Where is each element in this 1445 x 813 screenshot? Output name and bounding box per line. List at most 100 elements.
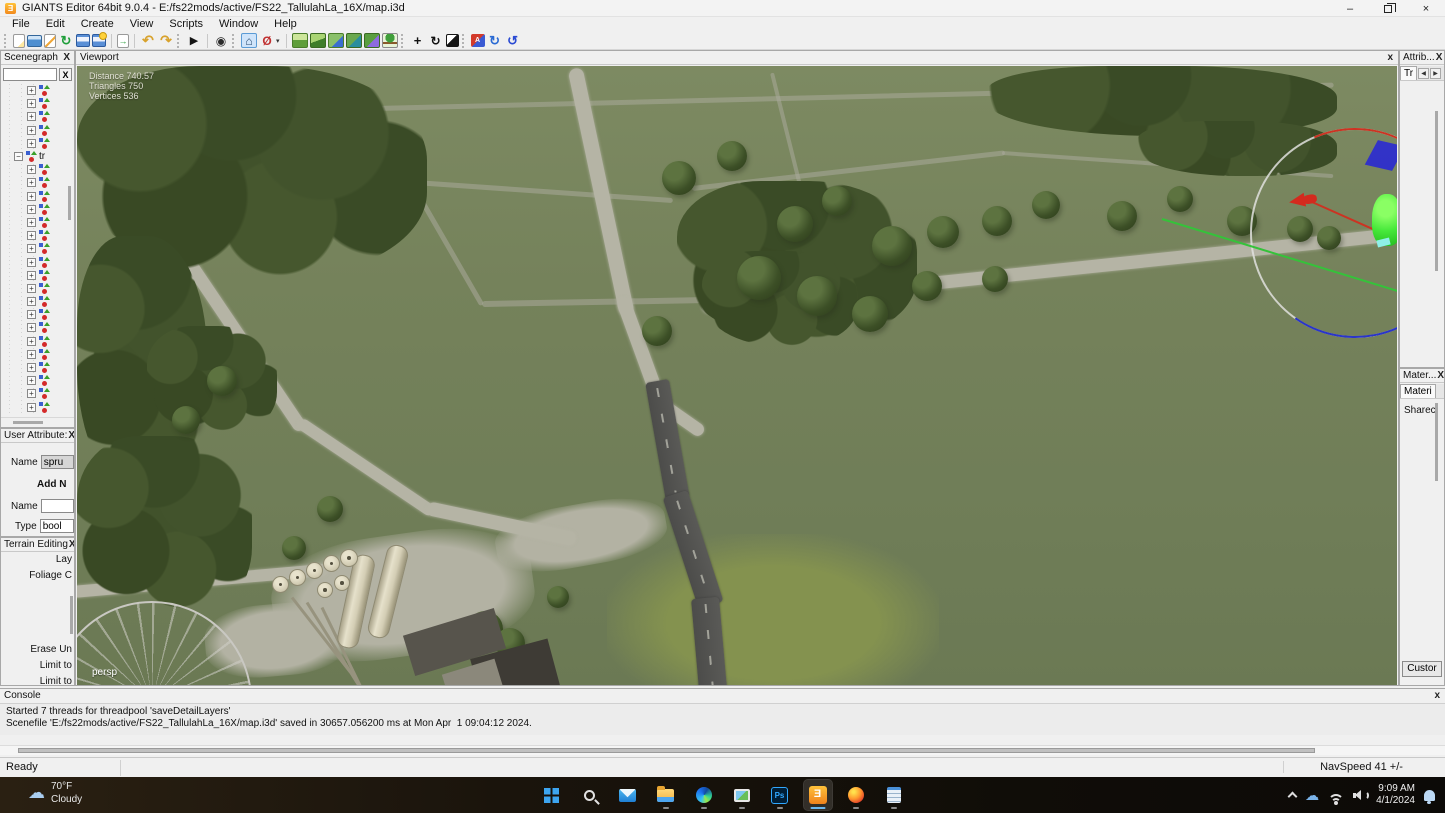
- scenegraph-node[interactable]: +: [1, 137, 67, 150]
- toolbar-grip[interactable]: [232, 34, 236, 48]
- toolbar-grip[interactable]: [177, 34, 181, 48]
- clock[interactable]: 9:09 AM 4/1/2024: [1376, 783, 1415, 807]
- terrain-editing-close-icon[interactable]: X: [68, 539, 74, 551]
- undo-icon[interactable]: ↶: [140, 33, 156, 48]
- scenegraph-node[interactable]: +: [1, 269, 67, 282]
- taskbar-app-search[interactable]: [576, 780, 604, 810]
- terrain-paint-icon[interactable]: [328, 33, 344, 48]
- viewport-3d-scene[interactable]: Distance 740.57 Triangles 750 Vertices 5…: [77, 66, 1397, 685]
- volume-icon[interactable]: [1353, 789, 1367, 801]
- viewport-close-icon[interactable]: x: [1386, 52, 1394, 64]
- scenegraph-node[interactable]: +: [1, 203, 67, 216]
- node-expander-icon[interactable]: +: [27, 205, 36, 214]
- viewport-tab[interactable]: Viewport: [80, 52, 119, 63]
- rotate-tool-icon[interactable]: ↻: [428, 33, 444, 48]
- scenegraph-vertical-scrollbar[interactable]: [66, 84, 73, 416]
- scenegraph-node[interactable]: +: [1, 321, 67, 334]
- node-expander-icon[interactable]: +: [27, 350, 36, 359]
- scenegraph-node[interactable]: +: [1, 401, 67, 414]
- scenegraph-node[interactable]: +: [1, 361, 67, 374]
- new-file-icon[interactable]: [13, 34, 25, 48]
- restore-button[interactable]: [1369, 0, 1407, 17]
- sync-icon[interactable]: ↻: [487, 33, 503, 48]
- terrain-lower-icon[interactable]: [310, 33, 326, 48]
- scenegraph-node[interactable]: +: [1, 97, 67, 110]
- tab-scroll-right-icon[interactable]: ▶: [1430, 68, 1441, 79]
- taskbar-app-photos[interactable]: [728, 780, 756, 810]
- menu-scripts[interactable]: Scripts: [161, 17, 211, 32]
- node-expander-icon[interactable]: +: [27, 99, 36, 108]
- scenegraph-node[interactable]: +: [1, 295, 67, 308]
- terrain-editing-scrollbar[interactable]: [70, 596, 73, 634]
- scenegraph-horizontal-scrollbar[interactable]: [1, 417, 74, 426]
- node-expander-icon[interactable]: +: [27, 112, 36, 121]
- node-expander-icon[interactable]: +: [27, 258, 36, 267]
- attributes-scrollbar[interactable]: [1435, 111, 1438, 271]
- save-plus-icon[interactable]: [92, 34, 106, 47]
- tree-brush-icon[interactable]: [382, 33, 398, 48]
- taskbar-app-photoshop[interactable]: Ps: [766, 780, 794, 810]
- node-expander-icon[interactable]: +: [27, 231, 36, 240]
- scenegraph-node[interactable]: +: [1, 387, 67, 400]
- scenegraph-node[interactable]: +: [1, 348, 67, 361]
- console-scrollbar[interactable]: [0, 745, 1445, 755]
- taskbar-app-start[interactable]: [538, 780, 566, 810]
- taskbar-app-notepad[interactable]: [880, 780, 908, 810]
- menu-window[interactable]: Window: [211, 17, 266, 32]
- scenegraph-node[interactable]: +: [1, 163, 67, 176]
- node-expander-icon[interactable]: +: [27, 337, 36, 346]
- taskbar-app-mail[interactable]: [614, 780, 642, 810]
- edit-file-icon[interactable]: [44, 34, 56, 48]
- scale-tool-icon[interactable]: [446, 34, 459, 47]
- taskbar-app-firefox[interactable]: [842, 780, 870, 810]
- save-icon[interactable]: [76, 34, 90, 47]
- scenegraph-node[interactable]: − tr: [1, 150, 67, 163]
- scenegraph-node[interactable]: +: [1, 308, 67, 321]
- taskbar-app-edge[interactable]: [690, 780, 718, 810]
- node-expander-icon[interactable]: +: [27, 165, 36, 174]
- node-expander-icon[interactable]: +: [27, 86, 36, 95]
- node-expander-icon[interactable]: +: [27, 376, 36, 385]
- node-label[interactable]: tr: [39, 151, 45, 162]
- tab-transform[interactable]: Tr: [1400, 66, 1417, 80]
- tab-scroll-left-icon[interactable]: ◀: [1418, 68, 1429, 79]
- material-scrollbar[interactable]: [1435, 403, 1438, 481]
- notification-bell-icon[interactable]: [1424, 790, 1435, 801]
- open-file-icon[interactable]: [27, 35, 42, 47]
- import-icon[interactable]: →: [117, 34, 129, 48]
- scenegraph-node[interactable]: +: [1, 176, 67, 189]
- foliage-layer-icon[interactable]: [364, 33, 380, 48]
- node-expander-icon[interactable]: +: [27, 139, 36, 148]
- scenegraph-node[interactable]: +: [1, 190, 67, 203]
- scenegraph-node[interactable]: +: [1, 335, 67, 348]
- move-tool-icon[interactable]: +: [410, 33, 426, 48]
- redo-icon[interactable]: ↷: [158, 33, 174, 48]
- scenegraph-node[interactable]: +: [1, 84, 67, 97]
- taskbar-app-giants-editor[interactable]: Ǝ: [804, 780, 832, 810]
- node-expander-icon[interactable]: +: [27, 244, 36, 253]
- node-expander-icon[interactable]: +: [27, 218, 36, 227]
- minimize-button[interactable]: –: [1331, 0, 1369, 17]
- toolbar-grip[interactable]: [401, 34, 405, 48]
- node-expander-icon[interactable]: +: [27, 389, 36, 398]
- toolbar-grip[interactable]: [462, 34, 466, 48]
- close-button[interactable]: ×: [1407, 0, 1445, 17]
- menu-create[interactable]: Create: [73, 17, 122, 32]
- node-expander-icon[interactable]: +: [27, 192, 36, 201]
- attr-name-field[interactable]: [41, 455, 74, 469]
- node-expander-icon[interactable]: −: [14, 152, 23, 161]
- taskbar-app-explorer[interactable]: [652, 780, 680, 810]
- camera-home-icon[interactable]: ⌂: [241, 33, 257, 48]
- node-expander-icon[interactable]: +: [27, 297, 36, 306]
- scenegraph-node[interactable]: +: [1, 110, 67, 123]
- reload-icon[interactable]: ↻: [58, 33, 74, 48]
- custom-button[interactable]: Custor: [1402, 661, 1442, 677]
- scenegraph-node[interactable]: +: [1, 216, 67, 229]
- visibility-icon[interactable]: ◉: [213, 33, 229, 48]
- scenegraph-search-clear-button[interactable]: X: [59, 68, 72, 81]
- scenegraph-node[interactable]: +: [1, 374, 67, 387]
- console-close-icon[interactable]: x: [1433, 690, 1441, 702]
- menu-help[interactable]: Help: [266, 17, 305, 32]
- world-local-icon[interactable]: ↺: [505, 33, 521, 48]
- material-close-icon[interactable]: X: [1436, 370, 1444, 382]
